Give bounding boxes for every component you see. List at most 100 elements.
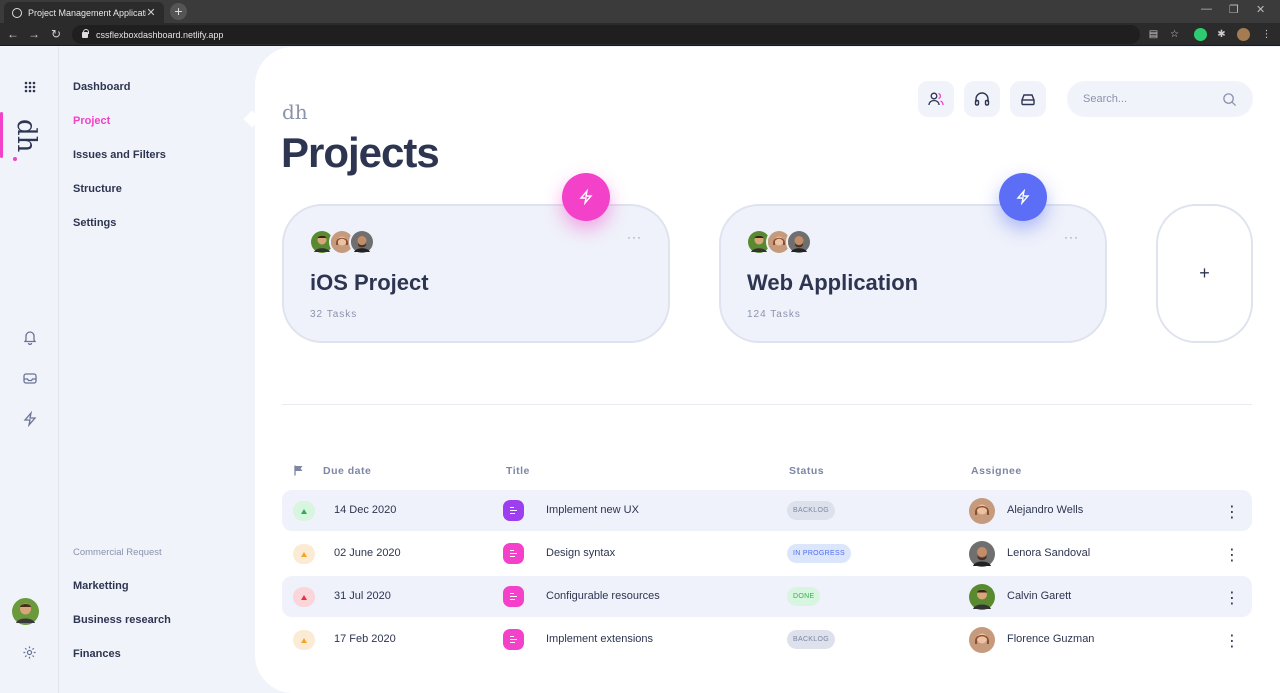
nav-item-issues-and-filters[interactable]: Issues and Filters [73, 149, 166, 161]
project-card-web[interactable]: ··· Web Application 124 Tasks [719, 204, 1107, 343]
member-avatar [786, 229, 812, 255]
bolt-icon [579, 189, 593, 205]
due-date: 14 Dec 2020 [334, 504, 397, 516]
puzzle-icon[interactable]: ✱ [1215, 28, 1228, 41]
column-status[interactable]: Status [789, 465, 824, 477]
due-date: 31 Jul 2020 [334, 590, 391, 602]
nav-item-finances[interactable]: Finances [73, 648, 121, 660]
project-title: Web Application [747, 270, 919, 295]
table-row[interactable]: 17 Feb 2020 Implement extensions BACKLOG… [282, 619, 1252, 660]
search-box[interactable] [1067, 81, 1253, 117]
bookmark-star-icon[interactable]: ☆ [1168, 28, 1181, 41]
priority-badge [293, 544, 315, 564]
priority-up-icon [301, 551, 307, 557]
nav-item-settings[interactable]: Settings [73, 217, 116, 229]
main-panel: dh Projects ··· iOS Project 32 Tasks ··· [255, 47, 1280, 693]
more-options-icon[interactable]: ··· [627, 230, 642, 244]
grid-icon[interactable] [0, 80, 59, 98]
column-due-date[interactable]: Due date [323, 465, 371, 477]
task-title[interactable]: Implement new UX [546, 504, 639, 516]
row-menu-icon[interactable]: ⋮ [1224, 502, 1240, 522]
task-icon [503, 500, 524, 521]
browser-tab[interactable]: Project Management Application ✕ [4, 2, 164, 23]
task-title[interactable]: Configurable resources [546, 590, 660, 602]
priority-badge [293, 587, 315, 607]
nav-item-project[interactable]: Project [73, 115, 110, 127]
task-title[interactable]: Implement extensions [546, 633, 653, 645]
priority-up-icon [301, 508, 307, 514]
column-title[interactable]: Title [506, 465, 530, 477]
support-button[interactable] [964, 81, 1000, 117]
nav-column: Dashboard Project Issues and Filters Str… [60, 47, 255, 693]
priority-badge [293, 630, 315, 650]
status-badge: BACKLOG [787, 630, 835, 649]
bell-icon[interactable] [0, 329, 59, 350]
nav-item-structure[interactable]: Structure [73, 183, 122, 195]
forward-icon[interactable]: → [27, 27, 41, 41]
tab-title: Project Management Application [28, 7, 146, 18]
browser-tabbar: Project Management Application ✕ + — ❐ ✕ [0, 0, 1280, 23]
more-options-icon[interactable]: ··· [1064, 230, 1079, 244]
table-row[interactable]: 14 Dec 2020 Implement new UX BACKLOG Ale… [282, 490, 1252, 531]
table-row[interactable]: 02 June 2020 Design syntax IN PROGRESS L… [282, 533, 1252, 574]
browser-menu-icon[interactable]: ⋮ [1260, 28, 1273, 41]
headphones-icon [974, 92, 990, 106]
inbox-icon[interactable] [0, 370, 59, 391]
minimize-icon[interactable]: — [1201, 3, 1212, 15]
table-row[interactable]: 31 Jul 2020 Configurable resources DONE … [282, 576, 1252, 617]
priority-up-icon [301, 594, 307, 600]
column-assignee[interactable]: Assignee [971, 465, 1022, 477]
header-logo: dh [282, 100, 308, 124]
user-avatar[interactable] [12, 598, 39, 625]
add-project-button[interactable]: + [1156, 204, 1253, 343]
restore-icon[interactable]: ❐ [1229, 3, 1239, 16]
profile-avatar-icon[interactable] [1237, 28, 1250, 41]
icon-rail: dh [0, 47, 59, 693]
url-field[interactable]: cssflexboxdashboard.netlify.app [72, 25, 1140, 44]
task-title[interactable]: Design syntax [546, 547, 615, 559]
row-menu-icon[interactable]: ⋮ [1224, 631, 1240, 651]
flag-icon [294, 465, 304, 479]
nav-item-dashboard[interactable]: Dashboard [73, 81, 130, 93]
lock-icon [82, 28, 89, 38]
translate-icon[interactable]: ▤ [1147, 28, 1160, 41]
project-task-count: 124 Tasks [747, 309, 801, 320]
project-card-ios[interactable]: ··· iOS Project 32 Tasks [282, 204, 670, 343]
bolt-icon[interactable] [0, 410, 59, 432]
task-icon [503, 586, 524, 607]
assignee-avatar [969, 541, 995, 567]
inbox-button[interactable] [1010, 81, 1046, 117]
reload-icon[interactable]: ↻ [49, 27, 63, 41]
window-close-icon[interactable]: ✕ [1256, 3, 1265, 16]
nav-item-business-research[interactable]: Business research [73, 614, 171, 626]
assignee-name: Alejandro Wells [1007, 504, 1084, 516]
assignee-avatar [969, 584, 995, 610]
search-icon [1223, 92, 1237, 106]
project-title: iOS Project [310, 270, 429, 295]
search-input[interactable] [1083, 93, 1222, 105]
settings-icon[interactable] [0, 645, 59, 665]
tab-close-button[interactable]: ✕ [146, 6, 156, 19]
ios-project-bolt-button[interactable] [562, 173, 610, 221]
status-badge: DONE [787, 587, 821, 606]
extension-icon[interactable] [1194, 28, 1207, 41]
team-button[interactable] [918, 81, 954, 117]
brand-logo: dh [11, 119, 41, 153]
row-menu-icon[interactable]: ⋮ [1224, 588, 1240, 608]
status-badge: BACKLOG [787, 501, 835, 520]
task-icon [503, 543, 524, 564]
nav-section-title: Commercial Request [73, 547, 162, 558]
assignee-name: Calvin Garett [1007, 590, 1072, 602]
address-bar: ← → ↻ cssflexboxdashboard.netlify.app ▤ … [0, 23, 1280, 46]
nav-item-marketting[interactable]: Marketting [73, 580, 129, 592]
divider [282, 404, 1252, 405]
web-project-bolt-button[interactable] [999, 173, 1047, 221]
assignee-avatar [969, 627, 995, 653]
page-title: Projects [281, 129, 440, 176]
member-avatar [349, 229, 375, 255]
back-icon[interactable]: ← [6, 27, 20, 41]
new-tab-button[interactable]: + [170, 3, 187, 20]
priority-badge [293, 501, 315, 521]
row-menu-icon[interactable]: ⋮ [1224, 545, 1240, 565]
inbox-icon [1021, 94, 1035, 106]
